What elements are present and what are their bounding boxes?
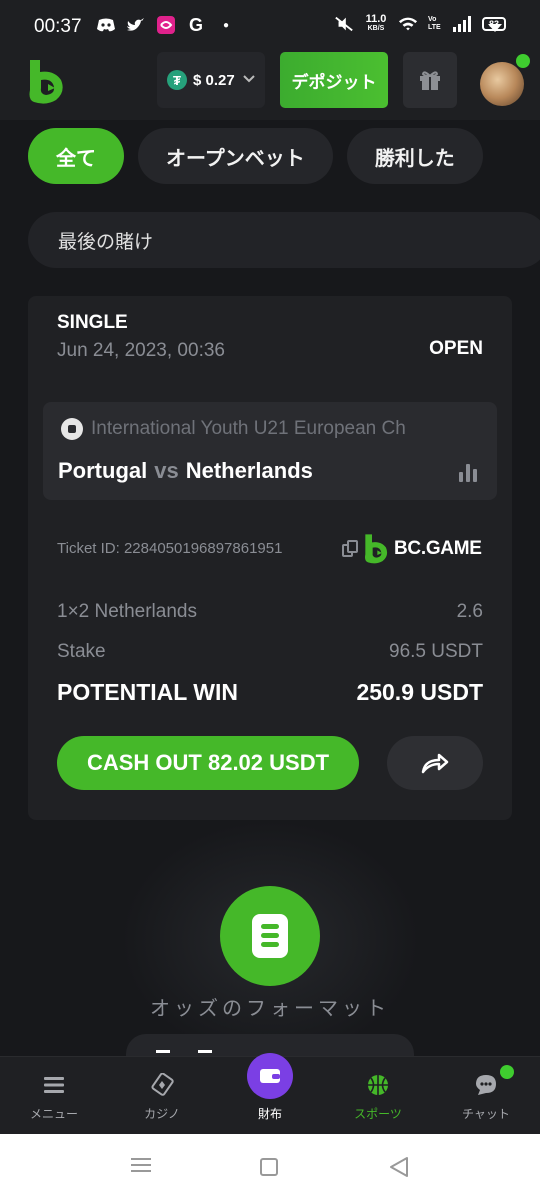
cash-out-button[interactable]: CASH OUT 82.02 USDT — [57, 736, 359, 790]
odds-format-label: オッズのフォーマット — [150, 998, 390, 1020]
app-icon — [156, 15, 176, 35]
chat-icon — [474, 1073, 498, 1097]
share-button[interactable] — [387, 736, 483, 790]
tether-icon: ₮ — [167, 70, 187, 90]
nav-chat[interactable]: チャット — [432, 1057, 540, 1135]
twitter-icon — [126, 15, 146, 35]
share-arrow-icon — [421, 753, 449, 774]
nav-sports-label: スポーツ — [354, 1107, 402, 1121]
online-indicator — [516, 54, 530, 68]
copy-icon[interactable] — [342, 540, 360, 558]
brand-name: BC.GAME — [394, 538, 482, 559]
match-info[interactable]: International Youth U21 European Ch Port… — [43, 402, 497, 500]
bet-status: OPEN — [429, 338, 483, 359]
system-navigation-bar — [0, 1134, 540, 1200]
versus-label: vs — [154, 458, 179, 483]
nav-wallet-label: 財布 — [257, 1107, 282, 1121]
bet-type: SINGLE — [57, 312, 128, 333]
balance-amount: $ 0.27 — [193, 71, 235, 89]
bottom-navigation: メニュー カジノ 財布 スポーツ チャット — [0, 1053, 540, 1135]
tab-open-bets[interactable]: オープンベット — [138, 128, 333, 184]
nav-casino[interactable]: カジノ — [108, 1057, 216, 1135]
app-header: ₮ $ 0.27 デポジット — [0, 52, 540, 120]
wifi-icon — [398, 14, 418, 34]
soccer-ball-icon — [61, 418, 83, 440]
tab-won[interactable]: 勝利した — [346, 128, 483, 184]
league-name: International Youth U21 European Ch — [91, 418, 406, 439]
basketball-icon — [366, 1073, 390, 1097]
bet-card: SINGLE Jun 24, 2023, 00:36 OPEN Internat… — [28, 296, 512, 820]
deposit-button[interactable]: デポジット — [280, 52, 388, 108]
google-icon: G — [188, 14, 203, 35]
bet-period-dropdown[interactable]: 最後の賭け — [28, 212, 540, 268]
odds-format-button[interactable] — [220, 886, 320, 986]
more-notifications-icon: ● — [222, 19, 230, 31]
chevron-down-icon — [243, 74, 255, 86]
back-icon[interactable] — [388, 1156, 410, 1183]
network-speed: 11.0 KB/S — [365, 13, 387, 33]
menu-icon — [42, 1073, 66, 1097]
dropdown-selected-value: 最後の賭け — [58, 231, 154, 253]
notification-icons: G ● — [96, 15, 236, 35]
nav-sports[interactable]: スポーツ — [324, 1057, 432, 1135]
bc-logo-icon[interactable] — [28, 60, 64, 104]
stake-row: Stake 96.5 USDT — [57, 641, 483, 663]
league-row: International Youth U21 European Ch — [61, 418, 406, 440]
sheet-dash — [198, 1050, 212, 1053]
stats-icon[interactable] — [459, 464, 477, 482]
stake-label: Stake — [57, 641, 106, 662]
stake-value: 96.5 USDT — [389, 641, 483, 662]
bet-filter-tabs: 全て オープンベット 勝利した — [28, 128, 483, 184]
casino-icon — [150, 1073, 174, 1097]
mute-icon — [334, 14, 354, 34]
potential-win-row: POTENTIAL WIN 250.9 USDT — [57, 679, 483, 706]
volte-icon: Vo LTE — [428, 16, 441, 31]
nav-menu[interactable]: メニュー — [0, 1057, 108, 1135]
home-team: Portugal — [58, 458, 148, 483]
nav-menu-label: メニュー — [29, 1107, 78, 1121]
caret-down-icon — [488, 24, 502, 32]
gift-icon — [420, 71, 440, 90]
document-icon — [252, 914, 288, 958]
system-icons: 11.0 KB/S Vo LTE 83 — [334, 14, 506, 34]
tab-all[interactable]: 全て — [28, 128, 124, 184]
ticket-id: Ticket ID: 2284050196897861951 — [57, 540, 283, 557]
chat-notification-dot — [500, 1065, 514, 1079]
signal-icon — [452, 14, 472, 34]
potential-win-value: 250.9 USDT — [356, 679, 483, 705]
wallet-icon[interactable] — [247, 1053, 293, 1099]
avatar[interactable] — [480, 62, 524, 106]
nav-chat-label: チャット — [462, 1107, 510, 1121]
discord-icon — [96, 15, 116, 35]
potential-win-label: POTENTIAL WIN — [57, 679, 239, 705]
match-teams: Portugal vs Netherlands — [58, 458, 313, 484]
away-team: Netherlands — [185, 458, 313, 483]
market-label: 1×2 Netherlands — [57, 601, 197, 622]
status-bar: 00:37 G ● 11.0 KB/S Vo LTE 83 — [0, 0, 540, 52]
bet-date: Jun 24, 2023, 00:36 — [57, 340, 225, 361]
brand-logo: BC.GAME — [364, 534, 482, 564]
gift-button[interactable] — [403, 52, 457, 108]
balance-selector[interactable]: ₮ $ 0.27 — [157, 52, 265, 108]
nav-casino-label: カジノ — [144, 1107, 180, 1121]
status-time: 00:37 — [34, 16, 82, 37]
home-icon[interactable] — [260, 1158, 278, 1176]
market-row: 1×2 Netherlands 2.6 — [57, 601, 483, 623]
odds-value: 2.6 — [456, 601, 483, 622]
recents-icon[interactable] — [130, 1156, 152, 1179]
bc-logo-icon — [365, 534, 388, 564]
sheet-dash — [156, 1050, 170, 1053]
